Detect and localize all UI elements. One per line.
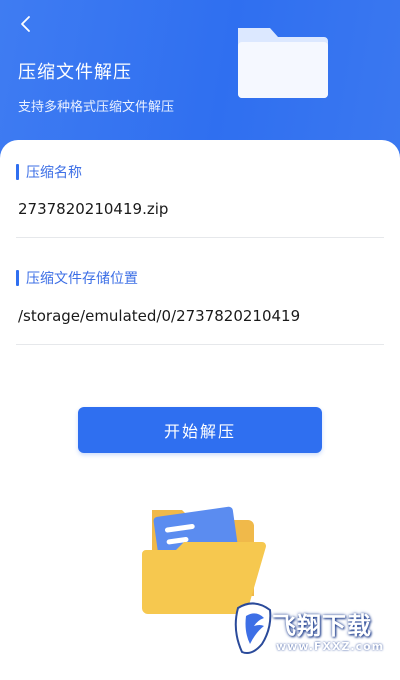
- archive-name-section: 压缩名称: [16, 162, 82, 182]
- storage-location-value[interactable]: /storage/emulated/0/2737820210419: [18, 307, 300, 325]
- archive-name-label: 压缩名称: [26, 165, 82, 181]
- storage-location-label: 压缩文件存储位置: [26, 271, 138, 287]
- watermark-url: www.FXXZ.com: [276, 640, 385, 653]
- divider: [16, 237, 384, 238]
- back-button[interactable]: [12, 10, 40, 38]
- section-marker: [16, 164, 19, 180]
- divider: [16, 344, 384, 345]
- folder-icon: [238, 28, 328, 98]
- page-title: 压缩文件解压: [18, 62, 132, 83]
- chevron-left-icon: [21, 16, 30, 32]
- storage-location-section: 压缩文件存储位置: [16, 268, 138, 288]
- watermark-text: 飞翔下载: [272, 612, 372, 640]
- section-marker: [16, 270, 19, 286]
- watermark-logo: [234, 602, 272, 654]
- archive-name-value[interactable]: 2737820210419.zip: [18, 200, 168, 218]
- start-extract-button[interactable]: 开始解压: [78, 407, 322, 453]
- page-subtitle: 支持多种格式压缩文件解压: [18, 100, 175, 115]
